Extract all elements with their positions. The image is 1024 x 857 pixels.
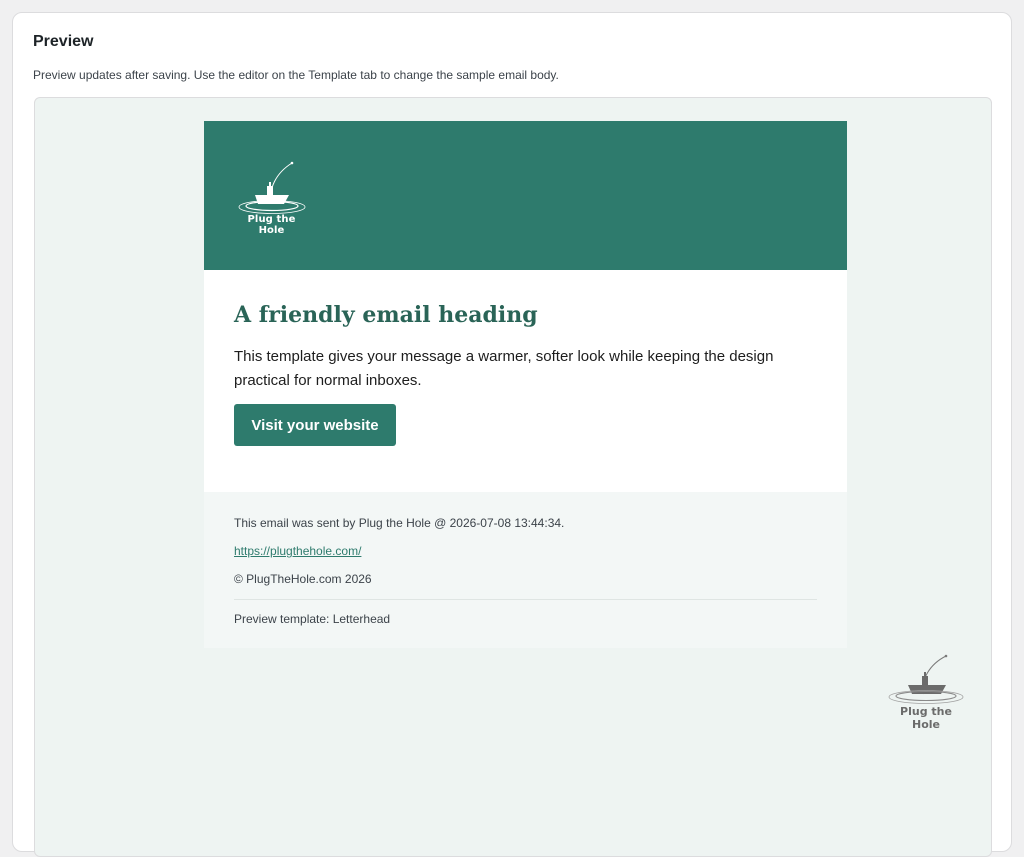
header-logo-text: Plug the Hole bbox=[247, 214, 296, 236]
footer-copyright: © PlugTheHole.com 2026 bbox=[234, 572, 372, 586]
email-preview-frame: Plug the Hole A friendly email heading T… bbox=[34, 97, 992, 857]
panel-description: Preview updates after saving. Use the ed… bbox=[33, 68, 559, 82]
boat-icon bbox=[238, 161, 306, 214]
email-header: Plug the Hole bbox=[204, 121, 847, 270]
visit-website-button[interactable]: Visit your website bbox=[234, 404, 396, 446]
email-body-text: This template gives your message a warme… bbox=[234, 348, 774, 389]
email-heading: A friendly email heading bbox=[234, 302, 538, 328]
website-link[interactable]: https://plugthehole.com/ bbox=[234, 544, 361, 558]
preview-panel: Preview Preview updates after saving. Us… bbox=[12, 12, 1012, 857]
footer-template-note: Preview template: Letterhead bbox=[234, 612, 391, 626]
boat-icon bbox=[888, 654, 964, 704]
footer-divider bbox=[234, 599, 817, 600]
corner-logo: Plug the Hole bbox=[886, 650, 966, 731]
corner-logo-text: Plug the Hole bbox=[900, 705, 952, 731]
footer-link-line: https://plugthehole.com/ bbox=[234, 544, 361, 558]
header-logo: Plug the Hole bbox=[234, 159, 314, 236]
email-template: Plug the Hole A friendly email heading T… bbox=[204, 121, 847, 648]
footer-sent-by: This email was sent by Plug the Hole @ 2… bbox=[234, 516, 565, 530]
email-footer: This email was sent by Plug the Hole @ 2… bbox=[204, 492, 847, 648]
panel-title: Preview bbox=[33, 33, 94, 50]
email-body: A friendly email heading This template g… bbox=[204, 270, 847, 492]
